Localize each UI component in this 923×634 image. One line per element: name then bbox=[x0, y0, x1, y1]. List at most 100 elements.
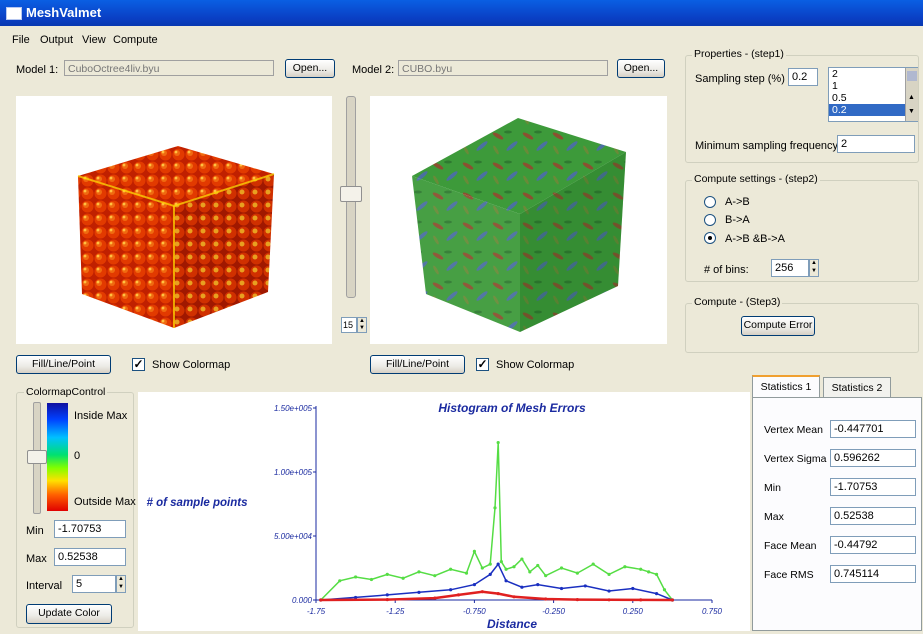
chart-point bbox=[354, 575, 358, 579]
chart-point bbox=[536, 583, 540, 587]
stat-value[interactable]: -1.70753 bbox=[830, 478, 916, 496]
chart-point bbox=[496, 562, 500, 566]
menu-file[interactable]: File bbox=[12, 34, 30, 46]
title-bar[interactable]: MeshValmet bbox=[0, 0, 923, 26]
sampling-option[interactable]: 2 bbox=[829, 68, 917, 80]
chart-point bbox=[493, 506, 497, 510]
chart-point bbox=[433, 574, 437, 578]
chart-point bbox=[575, 571, 579, 575]
chart-point bbox=[662, 588, 667, 592]
chart-point bbox=[520, 557, 524, 561]
chart-point bbox=[417, 590, 421, 594]
chart-point bbox=[639, 598, 643, 602]
chart-point bbox=[583, 584, 587, 588]
stat-value[interactable]: 0.596262 bbox=[830, 449, 916, 467]
scroll-down-icon[interactable]: ▼ bbox=[908, 108, 915, 115]
sampling-option[interactable]: 1 bbox=[829, 80, 917, 92]
model1-open-button[interactable]: Open... bbox=[285, 59, 335, 78]
model2-cube-render bbox=[412, 118, 626, 332]
chart-point bbox=[512, 595, 516, 599]
chart-point bbox=[607, 589, 611, 593]
viewer2-show-colormap-checkbox[interactable]: ✓ bbox=[476, 358, 489, 371]
model1-viewport[interactable] bbox=[16, 96, 332, 344]
colormap-slider-thumb[interactable] bbox=[27, 450, 47, 464]
chart-point bbox=[496, 592, 500, 596]
chart-point bbox=[417, 570, 421, 574]
model2-open-button[interactable]: Open... bbox=[617, 59, 665, 78]
stat-value[interactable]: 0.52538 bbox=[830, 507, 916, 525]
colormap-max-input[interactable]: 0.52538 bbox=[54, 548, 126, 566]
compute-error-button[interactable]: Compute Error bbox=[741, 316, 815, 336]
colormap-gradient bbox=[47, 403, 68, 511]
tab-statistics-2[interactable]: Statistics 2 bbox=[823, 377, 891, 397]
chart-point bbox=[591, 562, 595, 566]
chart-title: Histogram of Mesh Errors bbox=[438, 401, 586, 415]
sampling-step-label: Sampling step (%) bbox=[695, 73, 785, 85]
chart-x-tick-label: 0.750 bbox=[702, 607, 723, 616]
stat-value[interactable]: -0.44792 bbox=[830, 536, 916, 554]
colormap-outside-max-label: Outside Max bbox=[74, 496, 136, 508]
radio-a-to-b[interactable] bbox=[704, 196, 716, 208]
colormap-max-label: Max bbox=[26, 553, 47, 565]
chart-point bbox=[544, 597, 548, 601]
view-slider-thumb[interactable] bbox=[340, 186, 362, 202]
chart-point bbox=[385, 572, 389, 576]
viewer1-show-colormap-checkbox[interactable]: ✓ bbox=[132, 358, 145, 371]
chart-point bbox=[496, 440, 500, 445]
stat-label: Min bbox=[764, 482, 781, 494]
sampling-option-selected[interactable]: 0.2 bbox=[829, 104, 917, 116]
chart-point bbox=[449, 588, 453, 592]
chart-point bbox=[401, 576, 405, 580]
histogram-panel[interactable]: Histogram of Mesh Errors # of sample poi… bbox=[138, 392, 750, 631]
sampling-list-scrollbar[interactable]: ▲ ▼ bbox=[905, 68, 918, 121]
chart-point bbox=[607, 598, 611, 602]
chart-point bbox=[472, 583, 476, 587]
chart-point bbox=[488, 562, 492, 566]
stat-value[interactable]: -0.447701 bbox=[830, 420, 916, 438]
slider-value[interactable]: 15 bbox=[341, 317, 357, 333]
stat-value[interactable]: 0.745114 bbox=[830, 565, 916, 583]
bins-spinner[interactable]: ▲ ▼ bbox=[809, 259, 819, 277]
scroll-thumb[interactable] bbox=[907, 71, 917, 81]
chart-xlabel: Distance bbox=[487, 617, 537, 631]
bins-input[interactable]: 256 bbox=[771, 259, 809, 277]
chart-point bbox=[369, 577, 374, 582]
app-icon bbox=[6, 7, 22, 20]
radio-both[interactable] bbox=[704, 232, 716, 244]
chart-point bbox=[623, 565, 627, 569]
min-sampling-freq-label: Minimum sampling frequency bbox=[695, 140, 839, 152]
stat-label: Max bbox=[764, 511, 784, 523]
stat-label: Vertex Mean bbox=[764, 424, 823, 436]
chart-point bbox=[654, 592, 659, 596]
menu-compute[interactable]: Compute bbox=[113, 34, 158, 46]
colormap-zero-label: 0 bbox=[74, 450, 81, 462]
viewer2-fill-line-point-button[interactable]: Fill/Line/Point bbox=[370, 355, 465, 374]
chart-point bbox=[433, 596, 437, 600]
colormap-control-title: ColormapControl bbox=[24, 386, 108, 398]
menu-view[interactable]: View bbox=[82, 34, 106, 46]
tab-statistics-1[interactable]: Statistics 1 bbox=[752, 375, 820, 397]
model2-viewport[interactable] bbox=[370, 96, 667, 344]
slider-spinner[interactable]: ▲ ▼ bbox=[357, 317, 367, 333]
model2-file-field[interactable]: CUBO.byu bbox=[398, 60, 608, 76]
chart-point bbox=[536, 563, 540, 568]
chart-point bbox=[464, 571, 469, 575]
chart-point bbox=[480, 566, 484, 570]
model1-cube-render bbox=[77, 146, 275, 328]
scroll-up-icon[interactable]: ▲ bbox=[908, 94, 915, 101]
model1-file-field[interactable]: CuboOctree4liv.byu bbox=[64, 60, 274, 76]
chart-point bbox=[670, 598, 675, 602]
chart-point bbox=[647, 570, 651, 574]
colormap-min-input[interactable]: -1.70753 bbox=[54, 520, 126, 538]
min-sampling-freq-input[interactable]: 2 bbox=[837, 135, 915, 153]
colormap-interval-input[interactable]: 5 bbox=[72, 575, 116, 593]
sampling-option[interactable]: 0.5 bbox=[829, 92, 917, 104]
interval-spinner[interactable]: ▲ ▼ bbox=[116, 575, 126, 593]
menu-output[interactable]: Output bbox=[40, 34, 73, 46]
sampling-step-input[interactable]: 0.2 bbox=[788, 68, 818, 86]
viewer1-fill-line-point-button[interactable]: Fill/Line/Point bbox=[16, 355, 111, 374]
chart-x-tick-label: -1.25 bbox=[386, 607, 405, 616]
chart-point bbox=[512, 565, 516, 569]
radio-b-to-a[interactable] bbox=[704, 214, 716, 226]
update-color-button[interactable]: Update Color bbox=[26, 604, 112, 624]
